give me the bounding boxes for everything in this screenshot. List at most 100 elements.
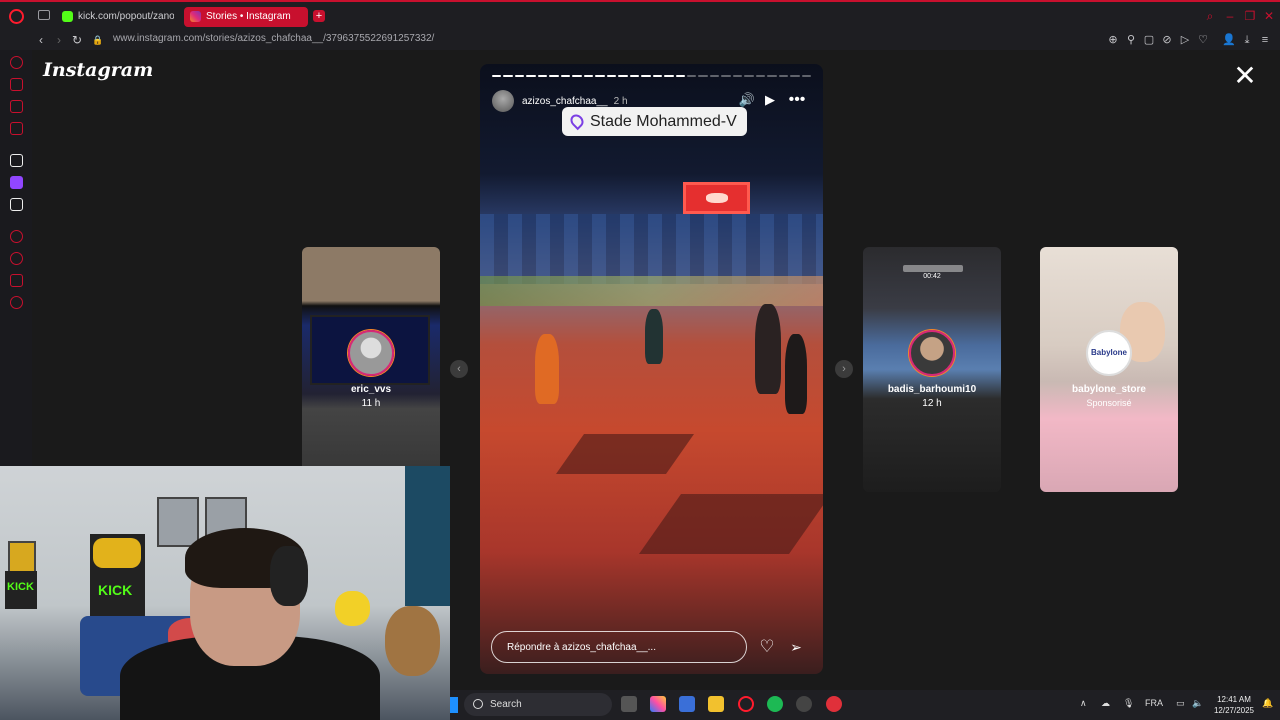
search-icon: [473, 699, 483, 709]
tab-islands-icon[interactable]: [38, 10, 50, 20]
aria-icon[interactable]: [10, 56, 23, 69]
kick-poster: KICK: [90, 534, 145, 624]
stadium-pitch: [480, 276, 823, 306]
app-icon[interactable]: [796, 696, 812, 712]
adblock-icon[interactable]: ⊘: [1160, 33, 1174, 47]
download-icon[interactable]: ⤓: [1240, 33, 1254, 47]
close-stories-button[interactable]: ✕: [1233, 62, 1257, 90]
new-tab-button[interactable]: +: [313, 10, 325, 22]
story-time: 12 h: [922, 398, 942, 409]
player-icon[interactable]: [10, 122, 23, 135]
story-username: badis_barhoumi10: [887, 384, 977, 395]
messenger-icon[interactable]: [10, 100, 23, 113]
shopping-icon[interactable]: [10, 78, 23, 91]
settings-icon[interactable]: [10, 296, 23, 309]
story-viewer[interactable]: azizos_chafchaa__ 2 h 🔊 ▶ ••• Stade Moha…: [480, 64, 823, 674]
progress-segment: [629, 75, 640, 77]
language-indicator[interactable]: FRA: [1145, 698, 1163, 708]
story-time: 11 h: [361, 398, 381, 409]
shadow: [638, 494, 823, 554]
story-time: 2 h: [613, 95, 628, 107]
url-field[interactable]: www.instagram.com/stories/azizos_chafcha…: [113, 33, 434, 44]
stadium-stand: [480, 214, 823, 284]
play-icon[interactable]: ▶: [761, 91, 779, 109]
previous-story-button[interactable]: ‹: [450, 360, 468, 378]
extensions-icon[interactable]: [10, 274, 23, 287]
history-icon[interactable]: [10, 230, 23, 243]
eiffel-poster: [157, 497, 199, 547]
spotify-icon[interactable]: [767, 696, 783, 712]
progress-segment: [744, 75, 754, 77]
microphone-icon[interactable]: 🎙: [1123, 698, 1134, 709]
notification-icon[interactable]: 🔔: [1262, 698, 1273, 709]
copilot-icon[interactable]: [650, 696, 666, 712]
reload-button[interactable]: ↻: [69, 32, 85, 48]
instagram-logo[interactable]: Instagram: [43, 59, 153, 81]
webcam-overlay: KICK KICK: [0, 466, 450, 720]
progress-segment: [492, 75, 502, 77]
more-options-icon[interactable]: •••: [788, 91, 806, 109]
browser-tab-strip: kick.com/popout/zanoun Stories • Instagr…: [0, 0, 1280, 30]
avatar[interactable]: [492, 90, 514, 112]
progress-segment: [790, 75, 800, 77]
reply-input[interactable]: [491, 631, 747, 663]
tray-chevron-icon[interactable]: ∧: [1080, 698, 1087, 709]
progress-segment: [778, 75, 789, 77]
car-image: [93, 538, 141, 568]
snapshot-icon[interactable]: ▢: [1142, 33, 1156, 47]
pin-icon[interactable]: ⚲: [1124, 33, 1138, 47]
story-username[interactable]: azizos_chafchaa__: [522, 96, 608, 107]
start-icon[interactable]: [450, 697, 458, 713]
progress-segment: [652, 75, 663, 77]
minimize-button[interactable]: –: [1224, 10, 1236, 22]
progress-segment: [595, 75, 605, 77]
search-label: Search: [490, 699, 522, 710]
lock-icon: 🔒: [92, 35, 104, 45]
file-explorer-icon[interactable]: [708, 696, 724, 712]
taskbar-search[interactable]: Search: [464, 693, 612, 716]
zoom-icon[interactable]: ⊕: [1106, 33, 1120, 47]
taskbar-clock[interactable]: 12:41 AM 12/27/2025: [1210, 694, 1258, 716]
menu-icon[interactable]: ≡: [1258, 33, 1272, 47]
story-card-eric[interactable]: eric_vvs 11 h: [302, 247, 440, 492]
search-tabs-icon[interactable]: ⌕: [1204, 10, 1216, 22]
tab-kick[interactable]: kick.com/popout/zanoun: [56, 7, 174, 27]
account-icon[interactable]: 👤: [1222, 33, 1236, 47]
story-card-babylone[interactable]: Babylone babylone_store Sponsorisé: [1040, 247, 1178, 492]
twitch-icon[interactable]: [10, 176, 23, 189]
like-heart-icon[interactable]: ♡: [758, 638, 776, 656]
network-icon[interactable]: ▭: [1176, 698, 1185, 709]
location-sticker[interactable]: Stade Mohammed-V: [562, 107, 747, 136]
address-bar: ‹ › ↻ 🔒 www.instagram.com/stories/azizos…: [0, 30, 1280, 50]
back-button[interactable]: ‹: [33, 32, 49, 48]
task-view-icon[interactable]: [621, 696, 637, 712]
forward-button[interactable]: ›: [51, 32, 67, 48]
progress-segment: [664, 75, 674, 77]
volume-icon[interactable]: 🔈: [1192, 698, 1203, 709]
avatar: Babylone: [1086, 330, 1132, 376]
plush-toy: [335, 591, 370, 626]
tab-label: Stories • Instagram: [206, 11, 291, 22]
send-icon[interactable]: ▷: [1178, 33, 1192, 47]
close-window-button[interactable]: ✕: [1263, 10, 1275, 22]
kick-favicon-icon: [62, 11, 73, 22]
progress-segment: [583, 75, 594, 77]
x-icon[interactable]: [10, 198, 23, 211]
restore-button[interactable]: ❐: [1244, 10, 1256, 22]
progress-segment: [755, 75, 766, 77]
opera-logo-icon[interactable]: [9, 9, 24, 24]
send-icon[interactable]: ➢: [787, 638, 805, 656]
clock-icon[interactable]: [10, 252, 23, 265]
story-card-badis[interactable]: 00:42 badis_barhoumi10 12 h: [863, 247, 1001, 492]
progress-segment: [537, 75, 548, 77]
progress-segment: [549, 75, 559, 77]
tab-instagram[interactable]: Stories • Instagram: [184, 7, 308, 27]
app-red-icon[interactable]: [826, 696, 842, 712]
next-story-button[interactable]: ›: [835, 360, 853, 378]
progress-segment: [686, 75, 697, 77]
favorites-icon[interactable]: ♡: [1196, 33, 1210, 47]
app-a-icon[interactable]: [10, 154, 23, 167]
opera-taskbar-icon[interactable]: [738, 696, 754, 712]
cloud-icon[interactable]: ☁: [1101, 698, 1110, 709]
store-icon[interactable]: [679, 696, 695, 712]
